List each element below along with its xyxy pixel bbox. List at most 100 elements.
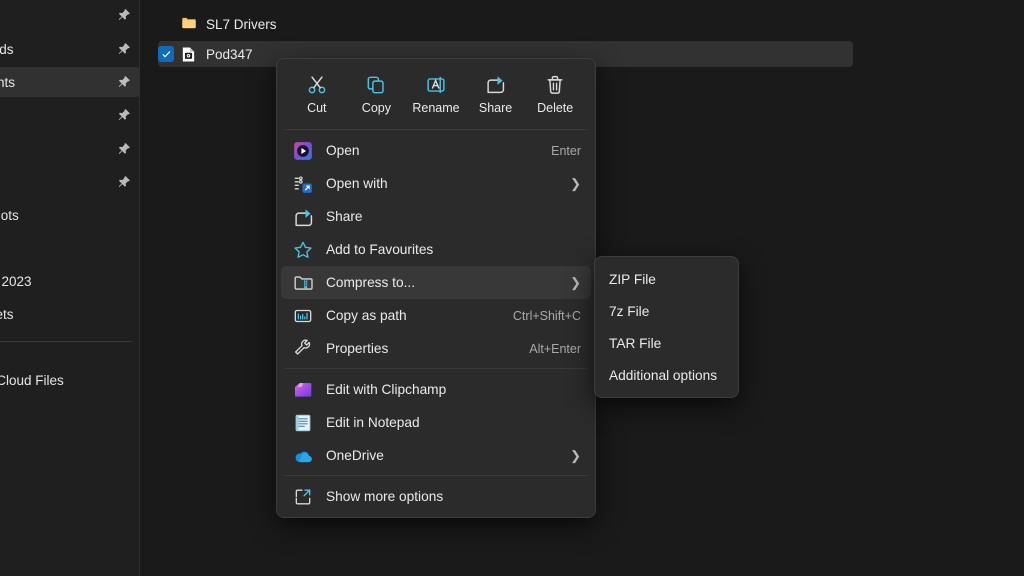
submenu-item-additional-options[interactable]: Additional options	[599, 359, 734, 391]
menu-item-compress-to[interactable]: Compress to...❯	[281, 266, 591, 299]
copy-icon	[365, 74, 387, 96]
sidebar-divider	[0, 341, 132, 342]
sidebar-item-label: sic	[0, 142, 116, 157]
sidebar-item-ures[interactable]: ures	[0, 100, 140, 130]
submenu-item-label: ZIP File	[609, 272, 656, 287]
row-checkbox[interactable]	[158, 46, 174, 62]
menu-item-label: Show more options	[326, 489, 581, 504]
navigation-sidebar: ktop wnloads cuments ures sic eoseenshotsgram…	[0, 0, 140, 576]
open-with-icon	[293, 174, 313, 194]
context-menu-group-more: Show more options	[277, 480, 595, 513]
sidebar-item-label: s PC	[0, 406, 140, 421]
sidebar-item-label: wnloads	[0, 42, 116, 57]
onedrive-icon	[293, 446, 313, 466]
pin-icon	[116, 141, 132, 157]
pin-icon	[116, 74, 132, 90]
menu-item-shortcut: Ctrl+Shift+C	[513, 309, 581, 323]
share-button[interactable]: Share	[469, 71, 523, 117]
menu-item-open-with[interactable]: Open with ❯	[281, 167, 591, 200]
star-icon	[293, 240, 313, 260]
pin-icon	[116, 7, 132, 23]
menu-item-label: Edit with Clipchamp	[326, 382, 581, 397]
copy-button[interactable]: Copy	[349, 71, 403, 117]
menu-item-label: Edit in Notepad	[326, 415, 581, 430]
file-explorer-window: ktop wnloads cuments ures sic eoseenshotsgram…	[0, 0, 1024, 576]
media-file-icon	[180, 45, 197, 64]
sidebar-item-label: cuments	[0, 75, 116, 90]
menu-item-edit-in-notepad[interactable]: Edit in Notepad	[281, 406, 591, 439]
menu-item-properties[interactable]: Properties Alt+Enter	[281, 332, 591, 365]
menu-divider	[285, 368, 587, 369]
scissors-icon	[306, 74, 328, 96]
submenu-item-label: TAR File	[609, 336, 661, 351]
sidebar-item-cuments[interactable]: cuments	[0, 67, 140, 97]
menu-item-shortcut: Alt+Enter	[529, 342, 581, 356]
context-menu-toolbar: Cut Copy Rename Share Delete	[277, 63, 595, 126]
file-row[interactable]: SL7 Drivers	[158, 11, 853, 37]
menu-item-onedrive[interactable]: OneDrive ❯	[281, 439, 591, 472]
chevron-right-icon: ❯	[570, 449, 581, 462]
menu-item-label: OneDrive	[326, 448, 560, 463]
menu-item-shortcut: Enter	[551, 144, 581, 158]
share-icon	[293, 207, 313, 227]
pin-icon	[116, 41, 132, 57]
clipchamp-icon	[293, 380, 313, 400]
menu-item-show-more-options[interactable]: Show more options	[281, 480, 591, 513]
rename-button[interactable]: Rename	[409, 71, 463, 117]
menu-item-label: Open with	[326, 176, 560, 191]
submenu-item-7z-file[interactable]: 7z File	[599, 295, 734, 327]
toolbar-button-label: Rename	[412, 101, 459, 115]
sidebar-item-a-fall-2023[interactable]: A Fall 2023	[0, 266, 140, 296]
sidebar-item-work[interactable]: work	[0, 431, 140, 461]
menu-item-edit-with-clipchamp[interactable]: Edit with Clipchamp	[281, 373, 591, 406]
menu-item-label: Share	[326, 209, 581, 224]
context-menu-group-apps: Edit with Clipchamp Edit in Notepad OneDri…	[277, 373, 595, 472]
pin-icon	[116, 174, 132, 190]
toolbar-button-label: Share	[479, 101, 512, 115]
sidebar-item-ktop[interactable]: ktop	[0, 0, 140, 30]
delete-button[interactable]: Delete	[528, 71, 582, 117]
rename-icon	[425, 74, 447, 96]
sidebar-item-label: t Sheets	[0, 307, 140, 322]
sidebar-item-t-sheets[interactable]: t Sheets	[0, 299, 140, 329]
pin-icon	[116, 107, 132, 123]
menu-item-label: Open	[326, 143, 541, 158]
compress-to-submenu: ZIP File 7z File TAR File Additional option…	[594, 256, 739, 398]
notepad-icon	[293, 413, 313, 433]
folder-icon	[180, 15, 197, 34]
menu-item-share[interactable]: Share	[281, 200, 591, 233]
menu-item-label: Properties	[326, 341, 519, 356]
chevron-right-icon: ❯	[570, 177, 581, 190]
sidebar-item-eos[interactable]: eos	[0, 167, 140, 197]
compress-icon	[293, 273, 313, 293]
cut-button[interactable]: Cut	[290, 71, 344, 117]
menu-item-open[interactable]: Open Enter	[281, 134, 591, 167]
toolbar-button-label: Cut	[307, 101, 326, 115]
menu-item-add-to-favourites[interactable]: Add to Favourites	[281, 233, 591, 266]
sidebar-item-wnloads[interactable]: wnloads	[0, 34, 140, 64]
sidebar-item-sic[interactable]: sic	[0, 134, 140, 164]
context-menu-group-primary: Open Enter Open with ❯ Share Add to Favourite…	[277, 134, 595, 365]
menu-divider	[285, 475, 587, 476]
copy-path-icon	[293, 306, 313, 326]
sidebar-item-gram[interactable]: gram	[0, 233, 140, 263]
submenu-item-zip-file[interactable]: ZIP File	[599, 263, 734, 295]
chevron-right-icon: ❯	[570, 276, 581, 289]
trash-icon	[544, 74, 566, 96]
share-icon	[485, 74, 507, 96]
menu-item-copy-as-path[interactable]: Copy as path Ctrl+Shift+C	[281, 299, 591, 332]
context-menu: Cut Copy Rename Share Delete Open Enter Open w…	[276, 58, 596, 518]
submenu-item-label: 7z File	[609, 304, 649, 319]
sidebar-item-s-pc[interactable]: s PC	[0, 398, 140, 428]
submenu-item-tar-file[interactable]: TAR File	[599, 327, 734, 359]
menu-item-label: Copy as path	[326, 308, 503, 323]
sidebar-item-ative-cloud-files[interactable]: ative Cloud Files	[0, 365, 140, 395]
media-player-icon	[293, 141, 313, 161]
submenu-item-label: Additional options	[609, 368, 717, 383]
more-options-icon	[293, 487, 313, 507]
sidebar-item-label: ktop	[0, 8, 116, 23]
file-name: Pod347	[206, 47, 253, 62]
menu-divider	[285, 129, 587, 130]
toolbar-button-label: Copy	[362, 101, 391, 115]
sidebar-item-eenshots[interactable]: eenshots	[0, 200, 140, 230]
